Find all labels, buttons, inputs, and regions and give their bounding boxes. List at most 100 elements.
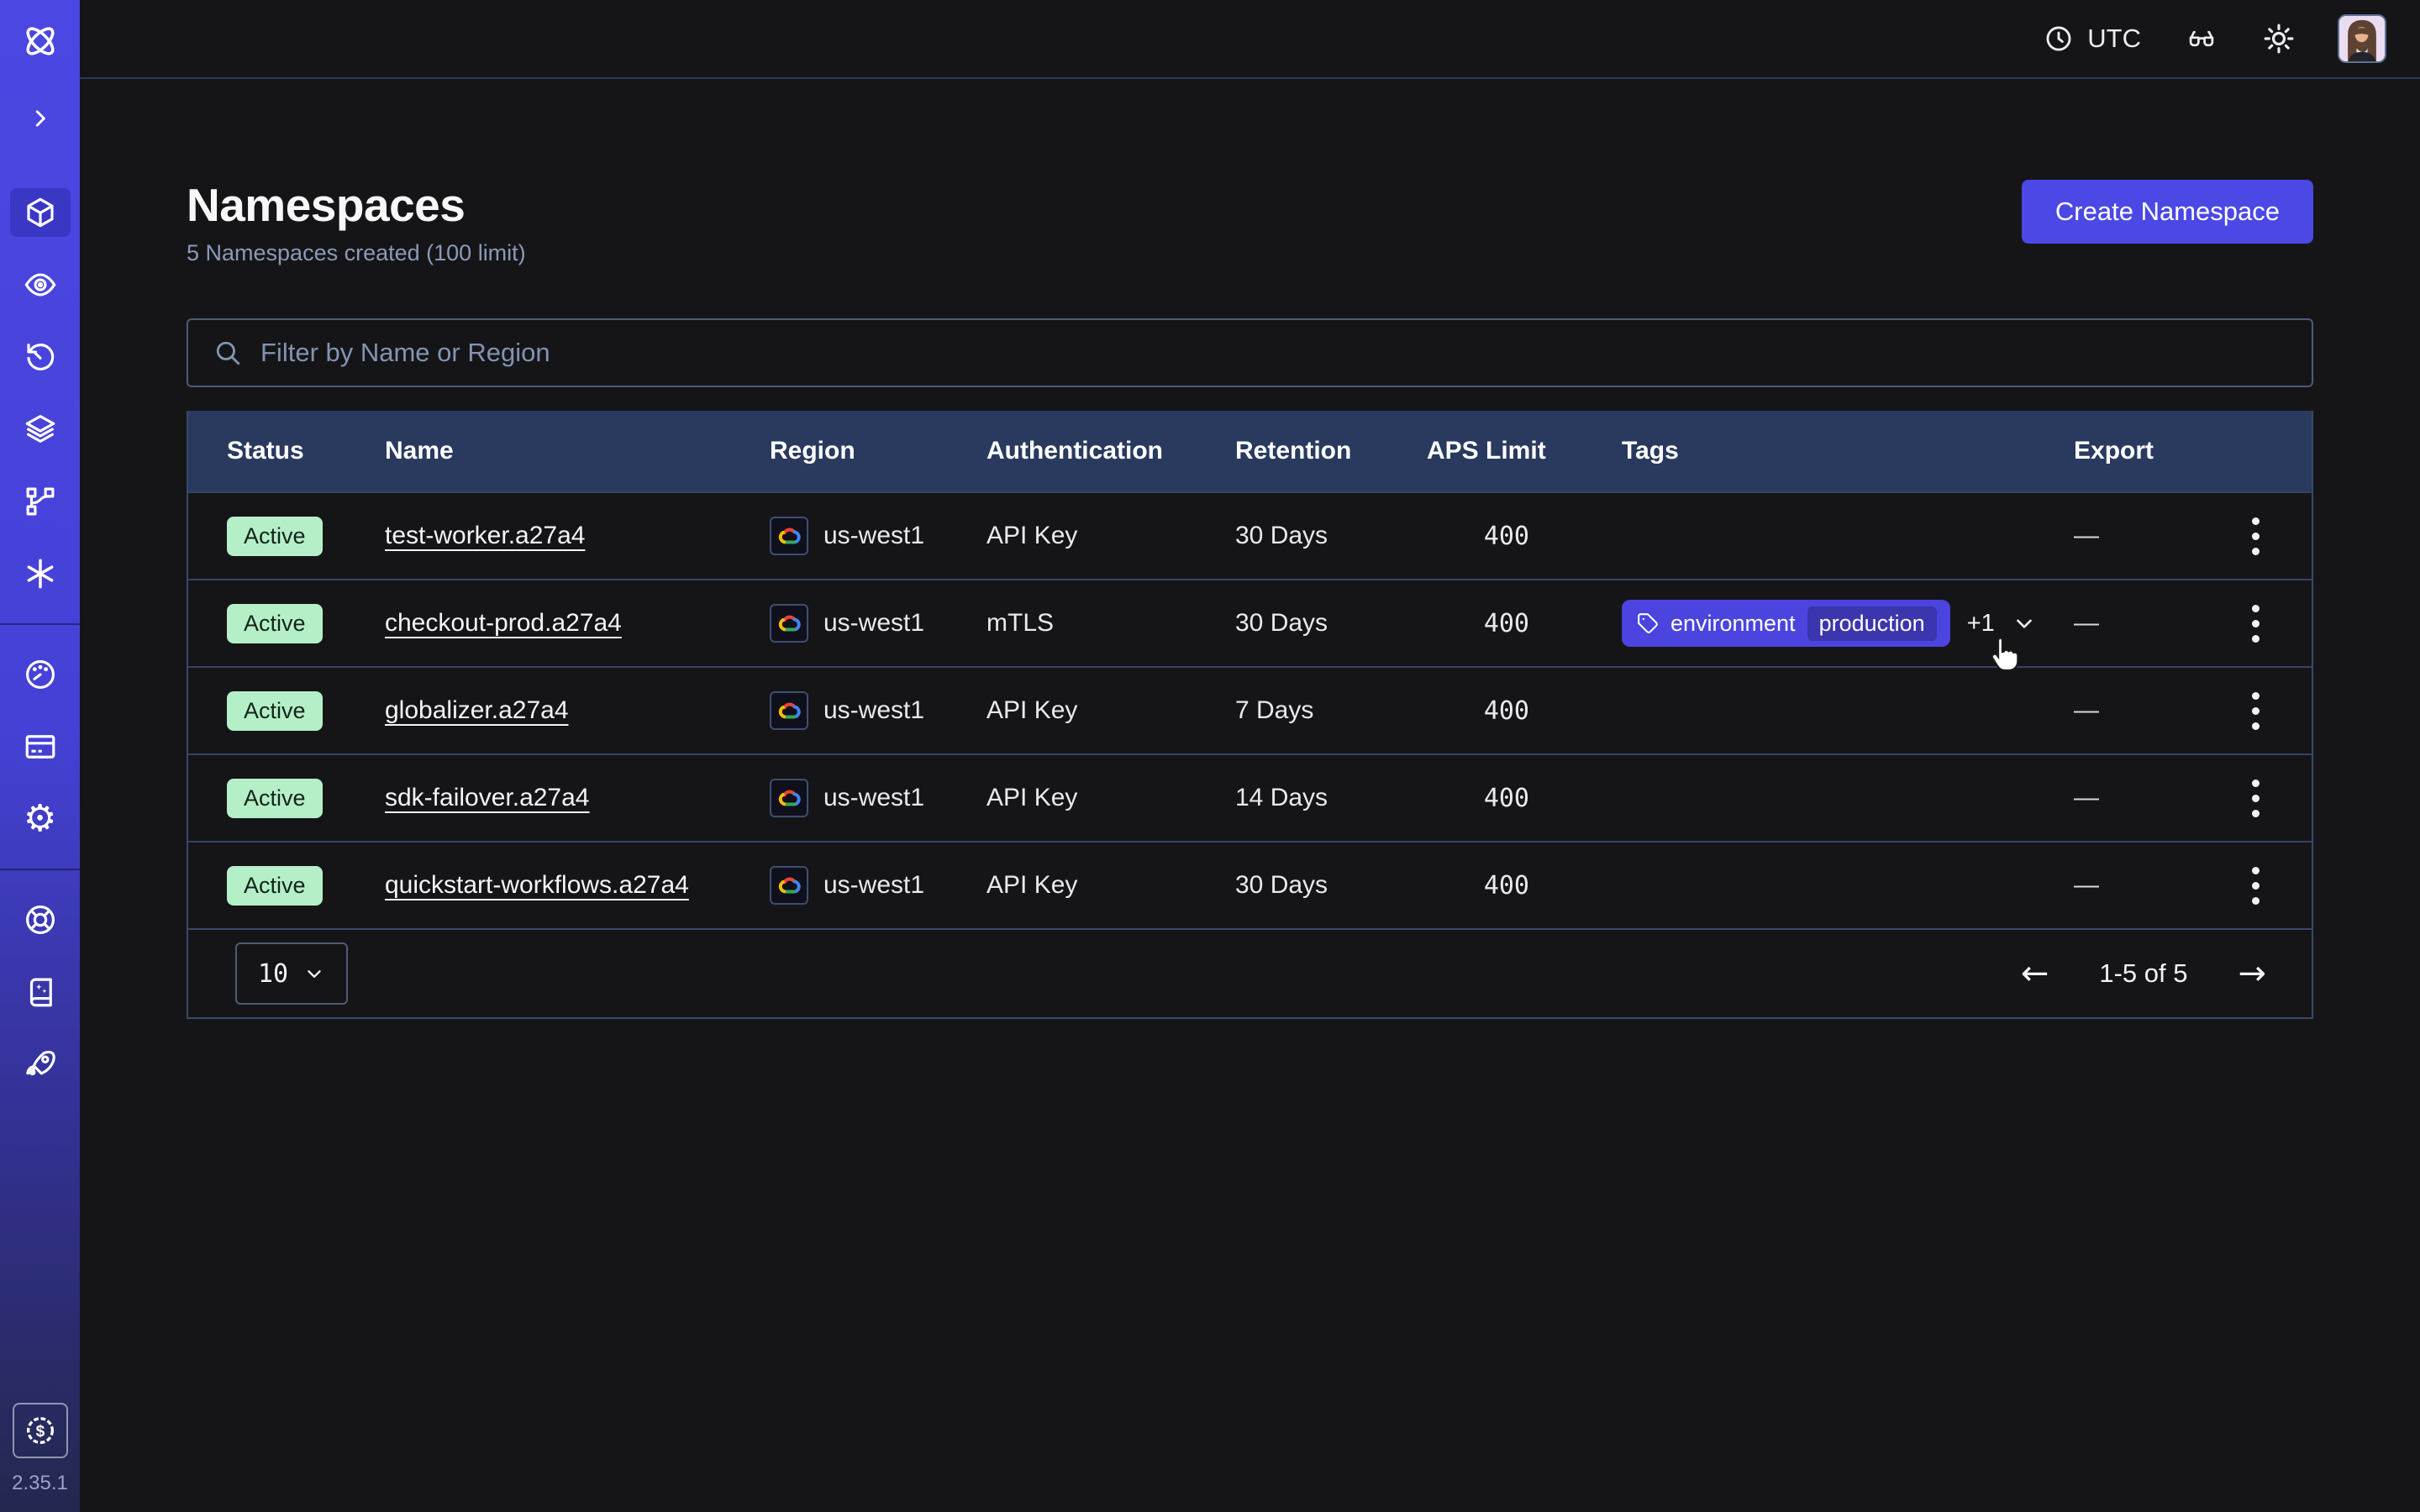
sidebar-item-nexus[interactable] [10, 549, 71, 598]
page-size-select[interactable]: 10 [235, 942, 348, 1005]
status-badge: Active [227, 691, 323, 731]
col-aps-limit: APS Limit [1427, 437, 1622, 465]
retention-label: 30 Days [1235, 871, 1427, 900]
sidebar-item-batch[interactable] [10, 405, 71, 454]
labs-button[interactable] [2183, 24, 2220, 54]
namespaces-table: Status Name Region Authentication Retent… [187, 411, 2313, 1019]
sidebar-divider [0, 623, 80, 625]
sidebar-item-usage[interactable] [10, 650, 71, 699]
credits-button[interactable]: $ [13, 1403, 68, 1458]
sun-icon [2262, 22, 2296, 55]
region-label: us-west1 [823, 696, 924, 725]
retention-label: 14 Days [1235, 784, 1427, 812]
col-export: Export [2074, 437, 2200, 465]
table-row: Active sdk-failover.a27a4 us-west1 [188, 753, 2312, 841]
sidebar-item-billing[interactable] [10, 722, 71, 771]
chevron-right-icon [28, 106, 53, 131]
layers-icon [23, 412, 58, 447]
app-root: ⚙ [0, 0, 2420, 1512]
auth-label: mTLS [986, 609, 1235, 638]
avatar-portrait [2339, 16, 2385, 61]
asterisk-icon [23, 556, 58, 591]
page-subtitle: 5 Namespaces created (100 limit) [187, 240, 526, 266]
auth-label: API Key [986, 522, 1235, 550]
status-badge: Active [227, 604, 323, 643]
page-title: Namespaces [187, 178, 526, 232]
status-badge: Active [227, 866, 323, 906]
sidebar-item-schedules[interactable] [10, 333, 71, 381]
row-menu-button[interactable] [2244, 596, 2268, 651]
status-badge: Active [227, 779, 323, 818]
cube-icon [23, 195, 58, 230]
clock-icon [2044, 24, 2074, 54]
user-avatar[interactable] [2338, 14, 2386, 63]
namespace-link[interactable]: test-worker.a27a4 [385, 522, 585, 549]
namespace-link[interactable]: sdk-failover.a27a4 [385, 784, 590, 811]
row-menu-button[interactable] [2244, 771, 2268, 826]
timezone-button[interactable]: UTC [2044, 24, 2141, 54]
gcp-cloud-icon [770, 604, 808, 643]
sidebar-item-getting-started[interactable] [10, 1040, 71, 1089]
col-region: Region [770, 437, 986, 465]
gcp-cloud-icon [770, 517, 808, 555]
col-status: Status [188, 437, 385, 465]
table-header-row: Status Name Region Authentication Retent… [188, 411, 2312, 491]
namespace-link[interactable]: quickstart-workflows.a27a4 [385, 871, 689, 899]
retention-label: 30 Days [1235, 609, 1427, 638]
aps-value: 400 [1427, 609, 1622, 638]
row-menu-button[interactable] [2244, 858, 2268, 913]
auth-label: API Key [986, 871, 1235, 900]
aps-value: 400 [1427, 696, 1622, 726]
pagination-range: 1-5 of 5 [2099, 958, 2187, 989]
row-menu-button[interactable] [2244, 509, 2268, 564]
dollar-badge-icon: $ [24, 1414, 57, 1447]
gear-icon: ⚙ [24, 801, 56, 837]
region-label: us-west1 [823, 522, 924, 550]
rocket-icon [23, 1047, 58, 1082]
content: Namespaces 5 Namespaces created (100 lim… [80, 79, 2420, 1019]
aps-value: 400 [1427, 784, 1622, 813]
gauge-icon [23, 657, 58, 692]
billing-card-icon [23, 729, 58, 764]
sidebar-item-namespaces[interactable] [10, 188, 71, 237]
tag-icon [1637, 612, 1659, 634]
prev-page-button[interactable]: ← [2021, 957, 2049, 990]
retention-label: 7 Days [1235, 696, 1427, 725]
aps-value: 400 [1427, 871, 1622, 900]
namespace-link[interactable]: checkout-prod.a27a4 [385, 609, 622, 637]
sidebar-expand-button[interactable] [10, 94, 71, 143]
sidebar-nav-help [10, 895, 71, 1089]
svg-text:$: $ [35, 1423, 45, 1441]
timezone-label: UTC [2087, 24, 2141, 54]
table-row: Active globalizer.a27a4 us-west1 [188, 666, 2312, 753]
next-page-button[interactable]: → [2238, 957, 2266, 990]
tag-value: production [1807, 606, 1937, 641]
sidebar-item-deployments[interactable] [10, 477, 71, 526]
auth-label: API Key [986, 784, 1235, 812]
temporal-logo-icon [19, 20, 61, 62]
filter-bar [187, 318, 2313, 387]
filter-input[interactable] [260, 338, 2286, 368]
namespace-link[interactable]: globalizer.a27a4 [385, 696, 569, 724]
sidebar: ⚙ [0, 0, 80, 1512]
region-label: us-west1 [823, 609, 924, 638]
aps-value: 400 [1427, 522, 1622, 551]
tag-key: environment [1670, 611, 1796, 637]
create-namespace-button[interactable]: Create Namespace [2022, 180, 2313, 244]
sidebar-divider [0, 869, 80, 870]
gcp-cloud-icon [770, 691, 808, 730]
table-row: Active checkout-prod.a27a4 us-west1 [188, 579, 2312, 666]
main-area: UTC [80, 0, 2420, 1512]
tag-pill[interactable]: environment production [1622, 600, 1950, 647]
table-footer: 10 ← 1-5 of 5 → [188, 928, 2312, 1017]
region-label: us-west1 [823, 871, 924, 900]
status-badge: Active [227, 517, 323, 556]
tags-expand-chevron[interactable] [2012, 611, 2037, 636]
sidebar-item-support[interactable] [10, 895, 71, 944]
sidebar-item-docs[interactable] [10, 968, 71, 1016]
theme-toggle-button[interactable] [2262, 22, 2296, 55]
sidebar-item-monitor[interactable] [10, 260, 71, 309]
row-menu-button[interactable] [2244, 684, 2268, 738]
timer-icon [23, 339, 58, 375]
sidebar-item-settings[interactable]: ⚙ [10, 795, 71, 843]
